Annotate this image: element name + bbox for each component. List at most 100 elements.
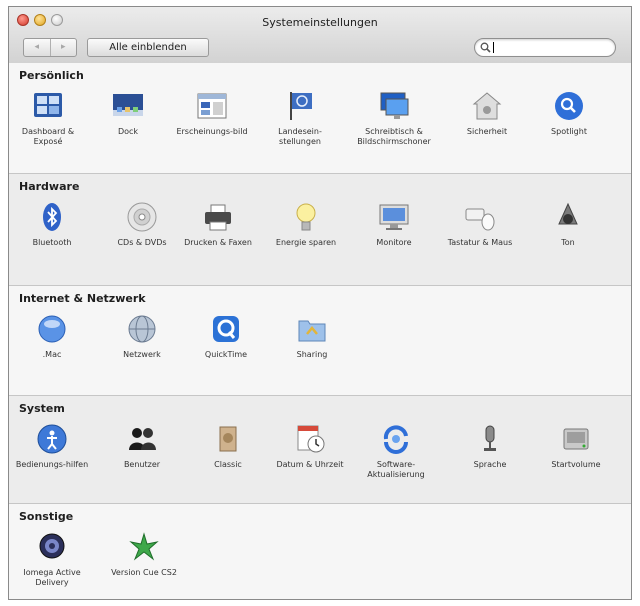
back-button[interactable]: ◂ [24,39,50,56]
version-cue-icon [127,530,161,564]
text-cursor [493,42,494,53]
pref-appearance[interactable]: Erscheinungs-bild [173,89,251,137]
pref-dock[interactable]: Dock [89,89,167,137]
sharing-folder-icon [295,312,329,346]
section-title: System [19,402,65,415]
pref-label: Erscheinungs-bild [176,127,248,136]
pref-keyboard-mouse[interactable]: Tastatur & Maus [441,200,519,248]
pref-version-cue-cs2[interactable]: Version Cue CS2 [105,530,183,578]
pref-label: Energie sparen [275,238,337,247]
pref-cds-dvds[interactable]: CDs & DVDs [103,200,181,248]
pref-label: QuickTime [204,350,248,359]
keyboard-mouse-icon [463,200,497,234]
pref-dashboard-expose[interactable]: Dashboard & Exposé [9,89,87,147]
users-icon [125,422,159,456]
pref-bluetooth[interactable]: Bluetooth [13,200,91,248]
pref-label: Drucken & Faxen [184,238,252,247]
pref-print-fax[interactable]: Drucken & Faxen [179,200,257,248]
speech-microphone-icon [473,422,507,456]
date-time-icon [293,422,327,456]
monitor-icon [377,200,411,234]
window-title: Systemeinstellungen [262,16,378,29]
pref-software-update[interactable]: Software-Aktualisierung [349,422,443,480]
dashboard-expose-icon [31,89,65,123]
pref-label: Bluetooth [32,238,72,247]
dock-icon [111,89,145,123]
pref-label: Monitore [376,238,412,247]
startup-disk-icon [559,422,593,456]
pref-label: Ton [561,238,575,247]
pref-label: Schreibtisch & Bildschirmschoner [357,127,431,146]
pref-speech[interactable]: Sprache [451,422,529,470]
pref-label: Datum & Uhrzeit [276,460,344,469]
pref-network[interactable]: Netzwerk [103,312,181,360]
spotlight-icon [552,89,586,123]
classic-icon [211,422,245,456]
pref-dotmac[interactable]: .Mac [13,312,91,360]
pref-label: CDs & DVDs [117,238,167,247]
section-hardware: Hardware Bluetooth CDs & DVDs Drucken & … [9,173,631,286]
pref-label: Sprache [473,460,507,469]
pref-label: Software-Aktualisierung [367,460,425,479]
pref-label: Landesein-stellungen [278,127,322,146]
pref-quicktime[interactable]: QuickTime [187,312,265,360]
show-all-button[interactable]: Alle einblenden [87,38,209,57]
pref-security[interactable]: Sicherheit [448,89,526,137]
pref-displays[interactable]: Monitore [355,200,433,248]
pref-energy-saver[interactable]: Energie sparen [267,200,345,248]
pref-classic[interactable]: Classic [189,422,267,470]
pref-label: Netzwerk [123,350,161,359]
magnifier-icon [480,42,491,53]
pref-label: Benutzer [123,460,161,469]
section-title: Sonstige [19,510,74,523]
pref-label: Iomega Active Delivery [23,568,81,587]
pref-accounts[interactable]: Benutzer [103,422,181,470]
pref-label: Spotlight [551,127,587,136]
forward-button[interactable]: ▸ [49,39,77,56]
pref-international[interactable]: Landesein-stellungen [261,89,339,147]
section-internet-network: Internet & Netzwerk .Mac Netzwerk QuickT… [9,285,631,396]
iomega-icon [35,530,69,564]
network-globe-icon [125,312,159,346]
speaker-icon [551,200,585,234]
pref-label: Tastatur & Maus [447,238,513,247]
appearance-icon [195,89,229,123]
printer-icon [201,200,235,234]
pref-date-time[interactable]: Datum & Uhrzeit [271,422,349,470]
quicktime-icon [209,312,243,346]
section-personal: Persönlich Dashboard & Exposé Dock Ersch… [9,63,631,173]
pref-spotlight[interactable]: Spotlight [530,89,608,137]
pref-label: Sharing [296,350,328,359]
pref-desktop-screensaver[interactable]: Schreibtisch & Bildschirmschoner [349,89,439,147]
pref-iomega-active-delivery[interactable]: Iomega Active Delivery [13,530,91,588]
pref-label: Startvolume [551,460,601,469]
security-house-icon [470,89,504,123]
search-field[interactable] [474,38,616,57]
pref-label: Version Cue CS2 [111,568,177,577]
cd-dvd-icon [125,200,159,234]
section-title: Persönlich [19,69,84,82]
pref-label: Sicherheit [466,127,508,136]
toolbar: Systemeinstellungen ◂ ▸ Alle einblenden [9,7,631,64]
pref-label: Classic [214,460,242,469]
pref-universal-access[interactable]: Bedienungs-hilfen [13,422,91,470]
desktop-screensaver-icon [377,89,411,123]
accessibility-icon [35,422,69,456]
section-title: Hardware [19,180,80,193]
pref-sound[interactable]: Ton [529,200,607,248]
system-preferences-window: Systemeinstellungen ◂ ▸ Alle einblenden … [8,6,632,600]
pref-label: Dashboard & Exposé [21,127,75,146]
software-update-icon [379,422,413,456]
bluetooth-icon [35,200,69,234]
pref-label: .Mac [42,350,62,359]
dotmac-icon [35,312,69,346]
pref-startup-disk[interactable]: Startvolume [537,422,615,470]
lightbulb-icon [289,200,323,234]
section-other: Sonstige Iomega Active Delivery Version … [9,503,631,599]
pref-label: Bedienungs-hilfen [15,460,89,469]
pref-sharing[interactable]: Sharing [273,312,351,360]
pref-label: Dock [117,127,139,136]
international-flag-icon [283,89,317,123]
section-title: Internet & Netzwerk [19,292,146,305]
section-system: System Bedienungs-hilfen Benutzer Classi… [9,395,631,504]
